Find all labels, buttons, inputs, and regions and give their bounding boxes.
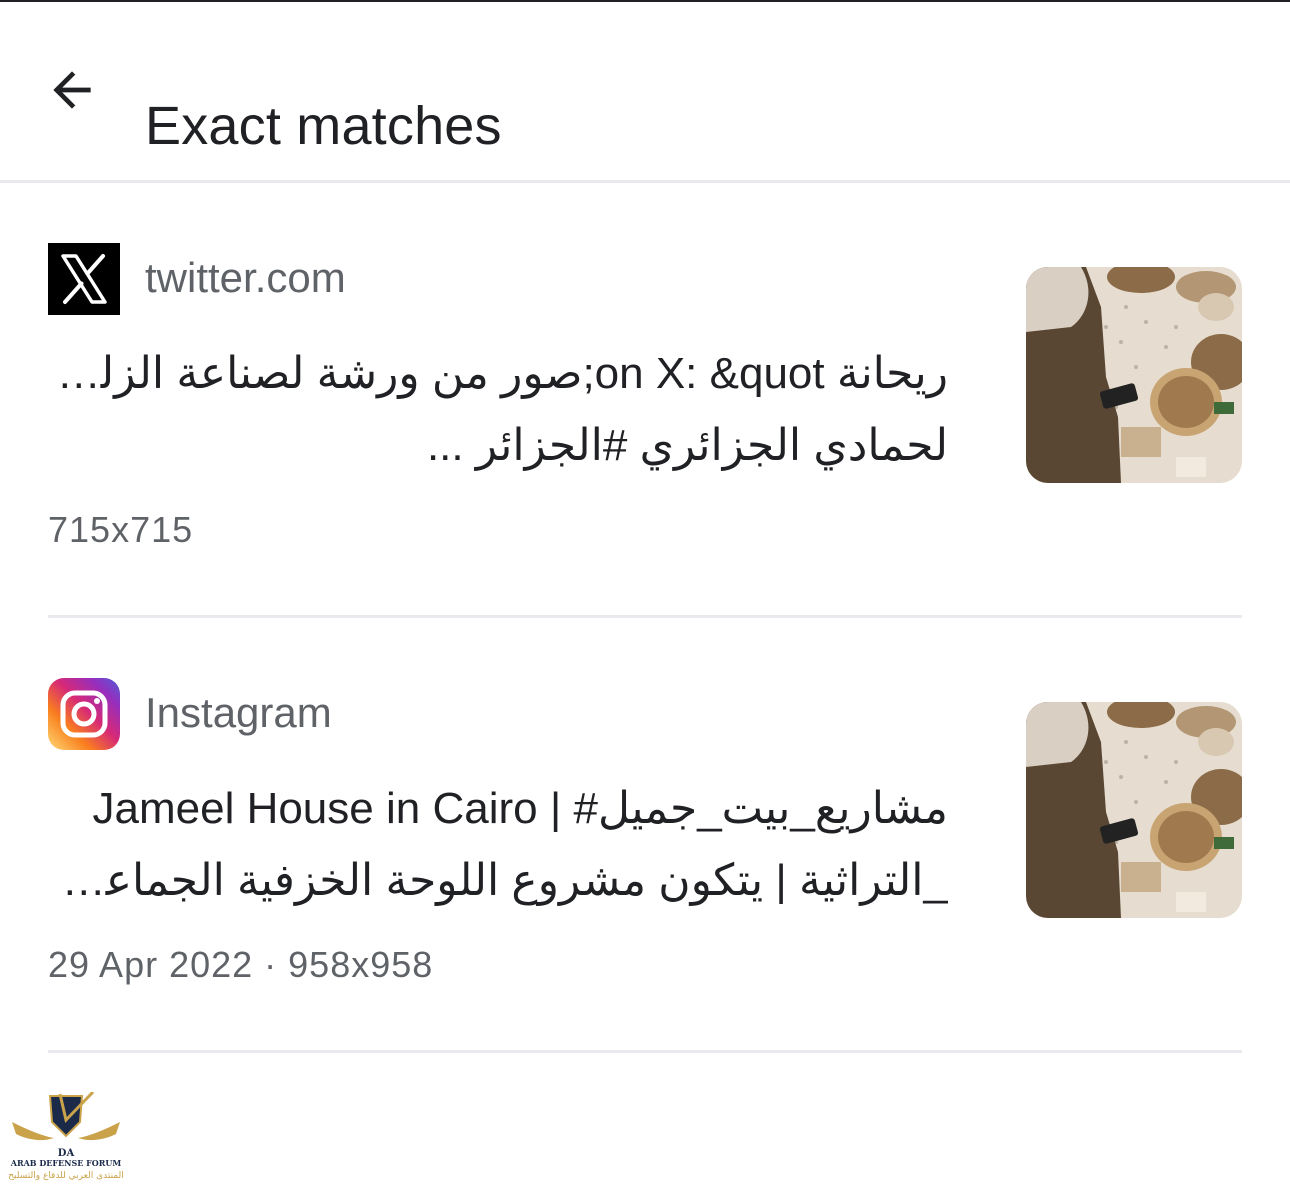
- result-meta: 29 Apr 2022 · 958x958: [48, 944, 434, 985]
- app-bar: Exact matches: [0, 2, 1290, 180]
- result-title[interactable]: Jameel House in Cairo | #مشاريع_بيت_جميل…: [48, 773, 948, 917]
- result-thumbnail[interactable]: [1026, 267, 1242, 483]
- result-title-line-1: ريحانة on X: &quot;صور من ورشة لصناعة ال…: [48, 349, 948, 398]
- workshop-photo-image: [1026, 702, 1242, 918]
- result-title-line-2: لحمادي الجزائري #الجزائر ...: [426, 421, 948, 470]
- source-name: twitter.com: [145, 254, 346, 301]
- result-item-instagram[interactable]: Instagram Jameel House in Cairo | #مشاري…: [0, 618, 1290, 1054]
- watermark-name: ARAB DEFENSE FORUM: [10, 1158, 122, 1168]
- back-button[interactable]: [36, 54, 108, 126]
- watermark-arabic: المنتدى العربي للدفاع والتسليح: [8, 1171, 123, 1181]
- workshop-photo-image: [1026, 267, 1242, 483]
- result-title-line-2: _التراثية | يتكون مشروع اللوحة الخزفية ا…: [48, 856, 948, 905]
- result-title-line-1: Jameel House in Cairo | #مشاريع_بيت_جميل: [92, 784, 949, 833]
- x-logo-icon: [48, 243, 120, 315]
- result-item-twitter[interactable]: twitter.com ريحانة on X: &quot;صور من ور…: [0, 183, 1290, 619]
- source-name: Instagram: [145, 689, 332, 736]
- page-title: Exact matches: [145, 96, 502, 157]
- result-meta: 715x715: [48, 509, 194, 550]
- forum-watermark-logo: DA ARAB DEFENSE FORUM المنتدى العربي للد…: [8, 1090, 124, 1182]
- result-divider: [48, 1050, 1242, 1053]
- result-title[interactable]: ريحانة on X: &quot;صور من ورشة لصناعة ال…: [48, 338, 948, 482]
- result-thumbnail[interactable]: [1026, 702, 1242, 918]
- arrow-back-icon: [53, 71, 91, 109]
- instagram-logo-icon: [48, 678, 120, 750]
